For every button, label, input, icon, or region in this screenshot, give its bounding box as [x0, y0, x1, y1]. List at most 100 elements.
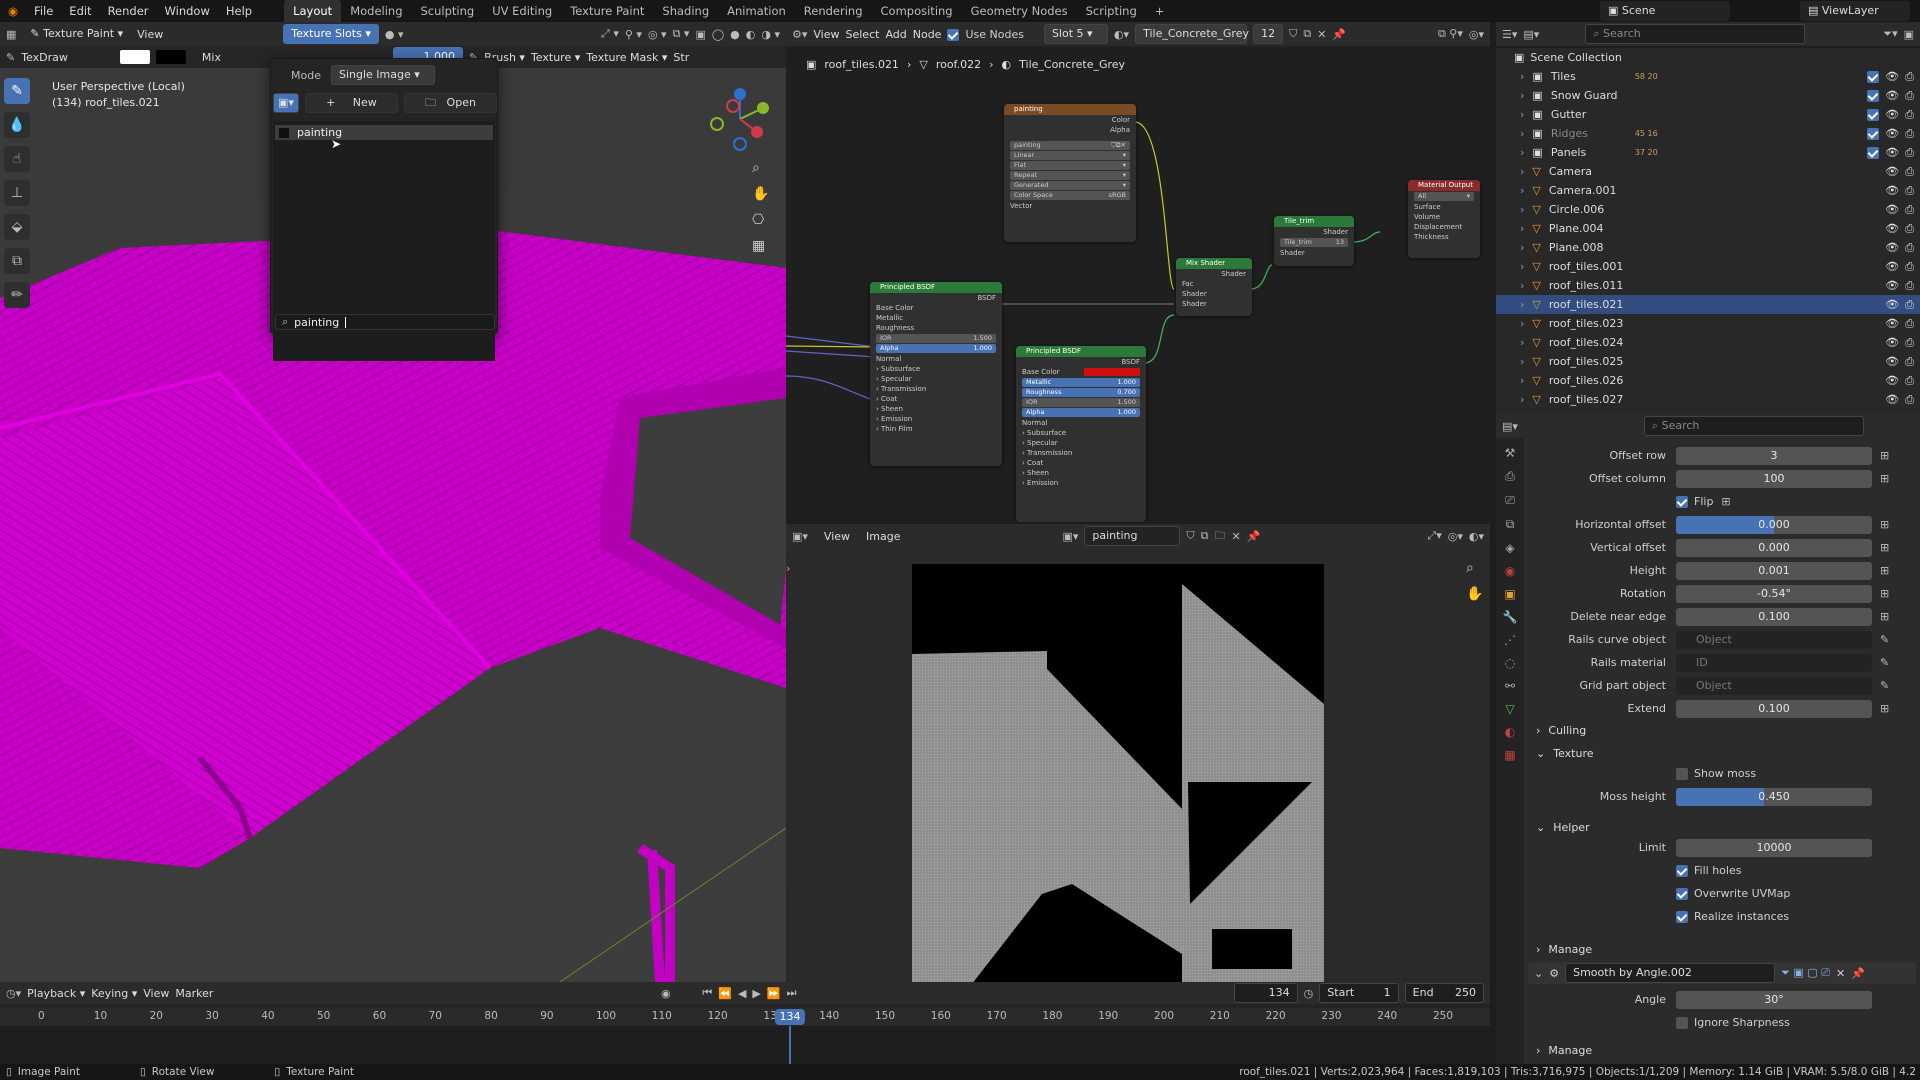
outliner-row[interactable]: › ▣ Ridges 45 16 👁 ⎙ — [1496, 124, 1920, 143]
snap-icon[interactable]: ⚲ ▾ — [625, 28, 642, 41]
tab-layout[interactable]: Layout — [284, 0, 342, 22]
filter-icon[interactable]: ⏷▾ — [1883, 27, 1897, 41]
image-display-icon[interactable]: ◐▾ — [1469, 530, 1484, 543]
expand-icon[interactable]: › — [1520, 219, 1524, 238]
tab-scripting[interactable]: Scripting — [1077, 0, 1146, 22]
current-frame-field[interactable]: 134 — [1234, 983, 1298, 1003]
node-menu-view[interactable]: View — [813, 28, 839, 41]
playhead[interactable] — [789, 1026, 791, 1064]
image-fake-user-icon[interactable]: ⛉ — [1186, 529, 1194, 543]
expand-icon[interactable]: › — [1520, 200, 1524, 219]
keyframe-icon[interactable]: ⊞ — [1880, 518, 1889, 531]
render-camera-icon[interactable]: ⎙ — [1905, 219, 1914, 238]
visibility-eye-icon[interactable]: 👁 — [1885, 352, 1899, 371]
visibility-eye-icon[interactable]: 👁 — [1885, 124, 1899, 143]
outliner-row[interactable]: › ▽ roof_tiles.026 👁 ⎙ — [1496, 371, 1920, 390]
visibility-eye-icon[interactable]: 👁 — [1885, 314, 1899, 333]
image-editor-type-icon[interactable]: ▣▾ — [792, 530, 808, 543]
render-tab-icon[interactable]: ⎙ — [1505, 469, 1515, 484]
menu-edit[interactable]: Edit — [61, 0, 99, 22]
texture-tab-icon[interactable]: ▦ — [1504, 748, 1515, 762]
node-menu-add[interactable]: Add — [885, 28, 906, 41]
open-image-button[interactable]: 🗀 Open — [403, 93, 498, 113]
property-field[interactable]: 0.100 — [1676, 607, 1872, 626]
duplicate-icon[interactable]: ⧉ — [1303, 27, 1311, 41]
outliner-row[interactable]: › ▽ roof_tiles.011 👁 ⎙ — [1496, 276, 1920, 295]
visibility-eye-icon[interactable]: 👁 — [1885, 181, 1899, 200]
material-tab-icon[interactable]: ◐ — [1505, 725, 1515, 739]
image-list-item[interactable]: painting — [275, 125, 493, 140]
material-icon[interactable]: ◐▾ — [1114, 28, 1129, 41]
include-checkbox[interactable] — [1867, 143, 1885, 162]
tab-compositing[interactable]: Compositing — [872, 0, 962, 22]
expand-icon[interactable]: › — [1520, 257, 1524, 276]
menu-help[interactable]: Help — [218, 0, 260, 22]
outliner-row[interactable]: › ▣ Tiles 58 20 👁 ⎙ — [1496, 67, 1920, 86]
physics-tab-icon[interactable]: ◌ — [1505, 656, 1515, 670]
brush-name[interactable]: TexDraw — [21, 51, 68, 64]
expand-icon[interactable]: › — [1520, 105, 1524, 124]
material-users[interactable]: 12 — [1253, 24, 1284, 44]
timeline-ruler[interactable]: 0 10 20 30 40 50 60 70 80 90 100 110 120 130 140 150 160… — [0, 1008, 1490, 1026]
image-pan-hand-icon[interactable]: ✋ — [1466, 586, 1483, 602]
expand-icon[interactable]: › — [1520, 314, 1524, 333]
outliner-row[interactable]: › ▽ roof_tiles.021 👁 ⎙ — [1496, 295, 1920, 314]
expand-icon[interactable]: › — [1520, 181, 1524, 200]
properties-type-icon[interactable]: ▤▾ — [1502, 420, 1518, 433]
outliner-search-field[interactable]: ⌕ Search — [1585, 24, 1806, 44]
overwrite-uvmap-checkbox[interactable]: Overwrite UVMap — [1676, 887, 1790, 900]
tab-sculpting[interactable]: Sculpting — [412, 0, 484, 22]
paint-mode-dropdown[interactable]: Single Image ▾ — [330, 65, 435, 85]
node-editor[interactable]: ▣ roof_tiles.021 › ▽ roof.022 › ◐ Tile_Concre… — [786, 46, 1490, 522]
fill-tool-icon[interactable]: ⬙ — [4, 214, 30, 240]
overlays-icon[interactable]: ⧉ ▾ — [673, 27, 690, 41]
property-field[interactable]: Object — [1676, 676, 1872, 695]
render-camera-icon[interactable]: ⎙ — [1905, 67, 1914, 86]
expand-icon[interactable]: › — [1520, 390, 1524, 409]
property-field[interactable]: ID — [1676, 653, 1872, 672]
prev-key-icon[interactable]: ⏪ — [718, 987, 732, 1000]
tab-geometry-nodes[interactable]: Geometry Nodes — [962, 0, 1077, 22]
view-layer-tab-icon[interactable]: ⧉ — [1506, 517, 1515, 532]
tab-rendering[interactable]: Rendering — [795, 0, 872, 22]
render-camera-icon[interactable]: ⎙ — [1905, 276, 1914, 295]
property-field[interactable]: 0.100 — [1676, 699, 1872, 718]
tab-texture-paint[interactable]: Texture Paint — [561, 0, 653, 22]
image-search-field[interactable]: ⌕ painting — [275, 314, 495, 330]
image-browse-icon[interactable]: ▣▾ — [1062, 530, 1078, 543]
node-menu-node[interactable]: Node — [913, 28, 942, 41]
xray-icon[interactable]: ▣ — [695, 28, 705, 41]
expand-icon[interactable]: › — [1520, 67, 1524, 86]
render-camera-icon[interactable]: ⎙ — [1905, 86, 1914, 105]
include-checkbox[interactable] — [1867, 105, 1885, 124]
render-camera-icon[interactable]: ⎙ — [1905, 314, 1914, 333]
brush-icon[interactable]: ✎ — [6, 51, 15, 64]
mode-selector[interactable]: ✎ Texture Paint ▾ — [22, 24, 132, 44]
jump-end-icon[interactable]: ⏭ — [787, 986, 797, 1000]
outliner-row[interactable]: › ▽ Plane.008 👁 ⎙ — [1496, 238, 1920, 257]
start-frame-field[interactable]: Start 1 — [1319, 983, 1399, 1003]
node-editor-type-icon[interactable]: ⚙▾ — [792, 28, 807, 41]
eyedropper-icon[interactable]: ✎ — [1880, 656, 1889, 669]
limit-field[interactable]: 10000 — [1676, 838, 1872, 857]
jump-start-icon[interactable]: ⏮ — [702, 986, 712, 1000]
render-camera-icon[interactable]: ⎙ — [1905, 181, 1914, 200]
expand-icon[interactable]: › — [1520, 143, 1524, 162]
pan-hand-icon[interactable]: ✋ — [752, 186, 769, 202]
zoom-icon[interactable]: ⌕ — [752, 160, 769, 176]
mask-tool-icon[interactable]: ⧉ — [4, 248, 30, 274]
expand-icon[interactable]: › — [1520, 333, 1524, 352]
painting-image[interactable] — [912, 564, 1324, 982]
material-name-field[interactable]: Tile_Concrete_Grey — [1135, 24, 1249, 44]
soften-tool-icon[interactable]: 💧 — [4, 112, 30, 138]
render-camera-icon[interactable]: ⎙ — [1905, 371, 1914, 390]
grid-icon[interactable]: ▦ — [752, 238, 769, 254]
property-field[interactable]: 100 — [1676, 469, 1872, 488]
new-image-button[interactable]: + New — [304, 93, 398, 113]
eyedropper-icon[interactable]: ✎ — [1880, 679, 1889, 692]
transform-orientation-icon[interactable]: ⤢ ▾ — [601, 27, 619, 41]
image-texture-node[interactable]: painting Color Alpha painting ⛉⧉✕ Linear ▾… — [1004, 104, 1136, 242]
image-tool-icon[interactable]: ⤢▾ — [1427, 529, 1441, 543]
snap-icon-node[interactable]: ⧉ ⚲▾ — [1438, 27, 1463, 41]
scene-collection-row[interactable]: ▣ Scene Collection — [1496, 48, 1920, 67]
